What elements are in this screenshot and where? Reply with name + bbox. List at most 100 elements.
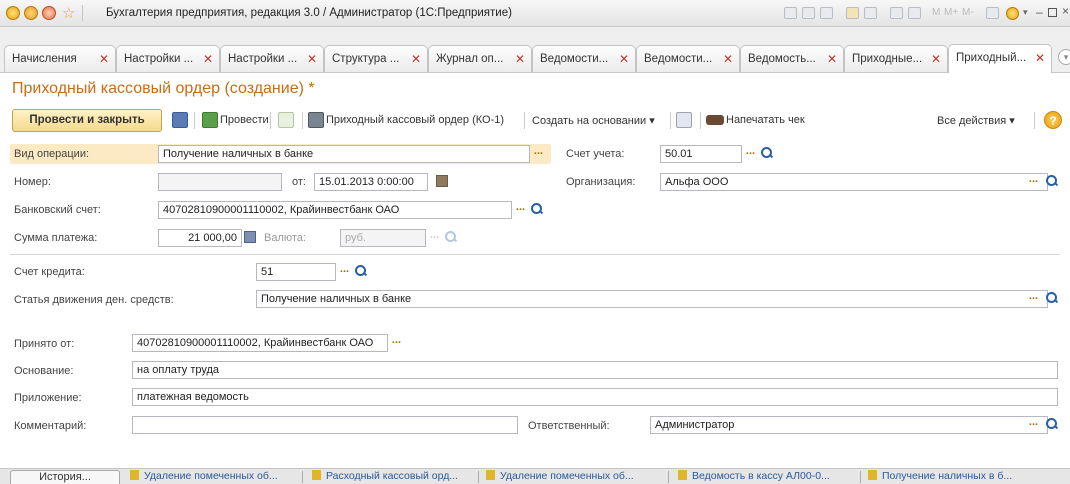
- basis-label: Основание:: [14, 365, 74, 377]
- favorites-star-icon[interactable]: ☆: [62, 4, 75, 22]
- tab-close-icon[interactable]: ✕: [931, 52, 941, 66]
- date-label: от:: [292, 176, 306, 188]
- tab-vedomosti-1[interactable]: Ведомости... ✕: [532, 45, 636, 72]
- window-list-icon[interactable]: [986, 7, 999, 19]
- responsible-choose-button[interactable]: ...: [1026, 417, 1041, 433]
- tab-vedomost[interactable]: Ведомость... ✕: [740, 45, 844, 72]
- tab-close-icon[interactable]: ✕: [307, 52, 317, 66]
- received-from-field[interactable]: 40702810900001110002, Крайинвестбанк ОАО: [132, 334, 388, 352]
- received-from-choose-button[interactable]: ...: [389, 335, 404, 351]
- post-icon[interactable]: [202, 112, 218, 128]
- favorite-icon[interactable]: [846, 7, 859, 19]
- open-window-item[interactable]: Получение наличных в б...: [868, 470, 1012, 482]
- open-window-item[interactable]: Удаление помеченных об...: [130, 470, 278, 482]
- post-and-close-button[interactable]: Провести и закрыть: [12, 109, 162, 132]
- print-icon[interactable]: [802, 7, 815, 19]
- organization-field[interactable]: Альфа ООО: [660, 173, 1048, 191]
- preview-icon[interactable]: [820, 7, 833, 19]
- currency-search-icon[interactable]: [445, 231, 457, 243]
- memory-plus-icon[interactable]: M+: [944, 7, 958, 18]
- organization-search-icon[interactable]: [1046, 175, 1058, 187]
- open-window-item[interactable]: Ведомость в кассу АЛ00-0...: [678, 470, 830, 482]
- date-field[interactable]: 15.01.2013 0:00:00: [314, 173, 428, 191]
- calendar-icon[interactable]: [436, 175, 448, 187]
- responsible-search-icon[interactable]: [1046, 418, 1058, 430]
- tab-close-icon[interactable]: ✕: [203, 52, 213, 66]
- bank-account-choose-button[interactable]: ...: [513, 202, 528, 218]
- bar-separator: [478, 471, 479, 483]
- account-choose-button[interactable]: ...: [743, 146, 758, 162]
- save-icon[interactable]: [784, 7, 797, 19]
- nav-forward-icon[interactable]: [42, 6, 56, 20]
- history-icon[interactable]: [864, 7, 877, 19]
- dropdown-arrow-icon[interactable]: ▾: [1023, 7, 1028, 18]
- tab-prikhodny-active[interactable]: Приходный... ✕: [948, 44, 1052, 73]
- minimize-icon[interactable]: –: [1036, 5, 1043, 19]
- memory-minus-icon[interactable]: M-: [962, 7, 974, 18]
- tab-prikhodnye[interactable]: Приходные... ✕: [844, 45, 948, 72]
- open-window-item[interactable]: Удаление помеченных об...: [486, 470, 634, 482]
- cash-flow-item-choose-button[interactable]: ...: [1026, 291, 1041, 307]
- debit-credit-icon[interactable]: [278, 112, 294, 128]
- operation-type-select[interactable]: Получение наличных в банке: [158, 145, 530, 163]
- currency-choose-button[interactable]: ...: [427, 230, 442, 246]
- tab-vedomosti-2[interactable]: Ведомости... ✕: [636, 45, 740, 72]
- post-button[interactable]: Провести: [220, 114, 269, 126]
- report-icon[interactable]: [676, 112, 692, 128]
- close-window-icon[interactable]: ×: [1062, 4, 1069, 18]
- credit-account-search-icon[interactable]: [355, 265, 367, 277]
- account-field[interactable]: 50.01: [660, 145, 742, 163]
- tab-close-icon[interactable]: ✕: [827, 52, 837, 66]
- open-window-label: Расходный кассовый орд...: [326, 470, 459, 482]
- payment-sum-field[interactable]: 21 000,00: [158, 229, 242, 247]
- all-actions-menu[interactable]: Все действия ▾: [937, 114, 1015, 127]
- history-button[interactable]: История...: [10, 470, 120, 484]
- memory-m-icon[interactable]: M: [932, 7, 940, 18]
- app-logo-icon[interactable]: [6, 6, 20, 20]
- cash-register-icon[interactable]: [706, 115, 724, 125]
- document-icon: [130, 470, 139, 480]
- printer-icon[interactable]: [308, 112, 324, 128]
- info-icon[interactable]: [1006, 7, 1019, 20]
- tab-close-icon[interactable]: ✕: [723, 52, 733, 66]
- tab-close-icon[interactable]: ✕: [99, 52, 109, 66]
- print-form-button[interactable]: Приходный кассовый ордер (КО-1): [326, 114, 504, 126]
- nav-back-icon[interactable]: [24, 6, 38, 20]
- account-search-icon[interactable]: [761, 147, 773, 159]
- tab-zhurnal[interactable]: Журнал оп... ✕: [428, 45, 532, 72]
- calculator-icon[interactable]: [890, 7, 903, 19]
- account-label: Счет учета:: [566, 148, 625, 160]
- operation-type-choose-button[interactable]: ...: [531, 146, 546, 162]
- calculator-icon[interactable]: [244, 231, 256, 243]
- tab-scroll-icon[interactable]: ▾: [1058, 49, 1070, 65]
- comment-field[interactable]: [132, 416, 518, 434]
- number-field[interactable]: [158, 173, 282, 191]
- tab-nastroyki-1[interactable]: Настройки ... ✕: [116, 45, 220, 72]
- tab-close-icon[interactable]: ✕: [1035, 51, 1045, 65]
- bank-account-search-icon[interactable]: [531, 203, 543, 215]
- currency-field[interactable]: руб.: [340, 229, 426, 247]
- credit-account-choose-button[interactable]: ...: [337, 264, 352, 280]
- print-check-button[interactable]: Напечатать чек: [726, 114, 805, 126]
- cash-flow-item-search-icon[interactable]: [1046, 292, 1058, 304]
- maximize-icon[interactable]: [1048, 8, 1057, 17]
- help-icon[interactable]: ?: [1044, 111, 1062, 129]
- calendar-icon[interactable]: [908, 7, 921, 19]
- toolbar-separator: [302, 112, 303, 129]
- tab-nachisleniya[interactable]: Начисления ✕: [4, 45, 116, 72]
- tab-close-icon[interactable]: ✕: [619, 52, 629, 66]
- tab-close-icon[interactable]: ✕: [515, 52, 525, 66]
- bank-account-field[interactable]: 40702810900001110002, Крайинвестбанк ОАО: [158, 201, 512, 219]
- create-based-on-button[interactable]: Создать на основании ▾: [532, 114, 655, 127]
- tab-nastroyki-2[interactable]: Настройки ... ✕: [220, 45, 324, 72]
- cash-flow-item-field[interactable]: Получение наличных в банке: [256, 290, 1048, 308]
- open-window-item[interactable]: Расходный кассовый орд...: [312, 470, 458, 482]
- basis-field[interactable]: на оплату труда: [132, 361, 1058, 379]
- credit-account-field[interactable]: 51: [256, 263, 336, 281]
- organization-choose-button[interactable]: ...: [1026, 174, 1041, 190]
- responsible-field[interactable]: Администратор: [650, 416, 1048, 434]
- save-icon[interactable]: [172, 112, 188, 128]
- attachment-field[interactable]: платежная ведомость: [132, 388, 1058, 406]
- tab-close-icon[interactable]: ✕: [411, 52, 421, 66]
- tab-struktura[interactable]: Структура ... ✕: [324, 45, 428, 72]
